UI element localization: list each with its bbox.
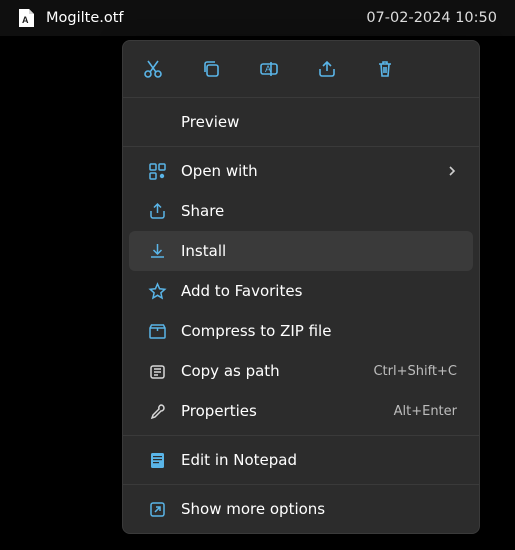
open-with-item[interactable]: Open with xyxy=(129,151,473,191)
file-date: 07-02-2024 10:50 xyxy=(366,10,497,26)
chevron-right-icon xyxy=(447,165,457,177)
more-options-item[interactable]: Show more options xyxy=(129,489,473,529)
menu-label: Compress to ZIP file xyxy=(181,322,457,340)
menu-label: Edit in Notepad xyxy=(181,451,457,469)
favorites-item[interactable]: Add to Favorites xyxy=(129,271,473,311)
svg-text:A: A xyxy=(22,15,29,25)
menu-label: Open with xyxy=(181,162,447,180)
file-row[interactable]: A Mogilte.otf 07-02-2024 10:50 xyxy=(0,0,515,36)
copy-button[interactable] xyxy=(197,55,225,83)
zip-icon xyxy=(145,322,169,341)
delete-button[interactable] xyxy=(371,55,399,83)
cut-button[interactable] xyxy=(139,55,167,83)
open-with-icon xyxy=(145,162,169,181)
menu-label: Add to Favorites xyxy=(181,282,457,300)
shortcut-label: Alt+Enter xyxy=(394,404,457,419)
share-button[interactable] xyxy=(313,55,341,83)
compress-item[interactable]: Compress to ZIP file xyxy=(129,311,473,351)
properties-icon xyxy=(145,402,169,421)
install-icon xyxy=(145,242,169,261)
menu-label: Share xyxy=(181,202,457,220)
file-icon: A xyxy=(18,8,42,28)
svg-text:A: A xyxy=(265,64,271,74)
install-item[interactable]: Install xyxy=(129,231,473,271)
share-item[interactable]: Share xyxy=(129,191,473,231)
quick-action-bar: A xyxy=(123,41,479,97)
notepad-icon xyxy=(145,451,169,470)
copy-path-icon xyxy=(145,362,169,381)
menu-label: Install xyxy=(181,242,457,260)
copy-path-item[interactable]: Copy as path Ctrl+Shift+C xyxy=(129,351,473,391)
menu-label: Properties xyxy=(181,402,394,420)
edit-notepad-item[interactable]: Edit in Notepad xyxy=(129,440,473,480)
menu-label: Copy as path xyxy=(181,362,373,380)
menu-label: Show more options xyxy=(181,500,457,518)
star-icon xyxy=(145,282,169,301)
menu-label: Preview xyxy=(181,113,457,131)
shortcut-label: Ctrl+Shift+C xyxy=(373,364,457,379)
share-icon xyxy=(145,202,169,221)
more-options-icon xyxy=(145,500,169,519)
preview-item[interactable]: Preview xyxy=(129,102,473,142)
file-name: Mogilte.otf xyxy=(46,10,366,26)
rename-button[interactable]: A xyxy=(255,55,283,83)
properties-item[interactable]: Properties Alt+Enter xyxy=(129,391,473,431)
context-menu: A Preview Open with Shar xyxy=(122,40,480,534)
